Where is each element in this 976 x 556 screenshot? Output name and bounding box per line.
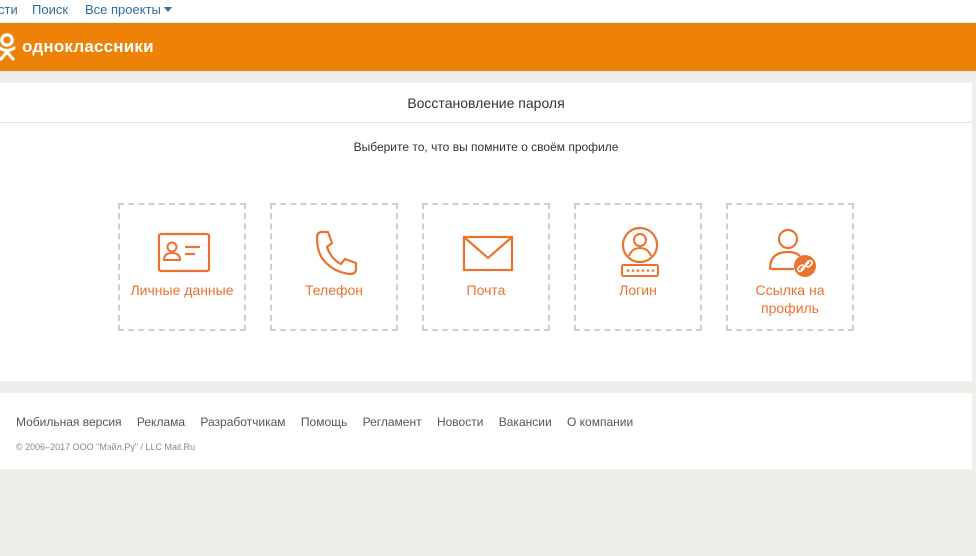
ok-logo-icon[interactable] <box>0 32 20 62</box>
option-label: Личные данные <box>130 282 234 298</box>
footer-link-ads[interactable]: Реклама <box>137 415 185 429</box>
footer-link-rules[interactable]: Регламент <box>363 415 422 429</box>
card-title: Восстановление пароля <box>0 83 972 123</box>
topbar-search-link[interactable]: Поиск <box>32 2 68 17</box>
option-label: Почта <box>466 282 506 298</box>
option-label: Телефон <box>304 282 364 298</box>
mail-icon <box>462 235 514 272</box>
footer-link-mobile[interactable]: Мобильная версия <box>16 415 122 429</box>
all-projects-label: Все проекты <box>85 2 161 17</box>
footer-link-developers[interactable]: Разработчикам <box>200 415 285 429</box>
caret-down-icon <box>163 7 172 12</box>
profile-link-icon <box>768 228 816 277</box>
footer-link-help[interactable]: Помощь <box>301 415 347 429</box>
password-recovery-card: Восстановление пароля Выберите то, что в… <box>0 83 972 381</box>
card-subtitle: Выберите то, что вы помните о своём проф… <box>353 140 619 154</box>
option-mail[interactable]: Почта <box>422 203 550 331</box>
login-icon <box>621 226 659 277</box>
footer-link-about[interactable]: О компании <box>567 415 633 429</box>
page-footer: Мобильная версия Реклама Разработчикам П… <box>0 393 972 469</box>
copyright-text: © 2006–2017 ООО "Мэйл.Ру" / LLC Mail.Ru <box>16 442 196 452</box>
option-profile-link[interactable]: Ссылка на профиль <box>726 203 854 331</box>
option-personal-data[interactable]: Личные данные <box>118 203 246 331</box>
option-login[interactable]: Логин <box>574 203 702 331</box>
footer-links: Мобильная версия Реклама Разработчикам П… <box>16 415 645 429</box>
logo-text[interactable]: одноклассники <box>22 37 154 57</box>
topbar-news-link[interactable]: сти <box>0 2 18 17</box>
option-label: Ссылка на профиль <box>755 282 825 316</box>
top-navigation-bar: сти Поиск Все проекты <box>0 0 976 22</box>
topbar-all-projects-link[interactable]: Все проекты <box>85 2 172 17</box>
footer-link-jobs[interactable]: Вакансии <box>499 415 552 429</box>
phone-icon <box>315 230 358 276</box>
option-label: Логин <box>619 282 657 298</box>
option-phone[interactable]: Телефон <box>270 203 398 331</box>
footer-link-news[interactable]: Новости <box>437 415 483 429</box>
id-card-icon <box>157 232 211 273</box>
site-header: одноклассники <box>0 23 976 71</box>
